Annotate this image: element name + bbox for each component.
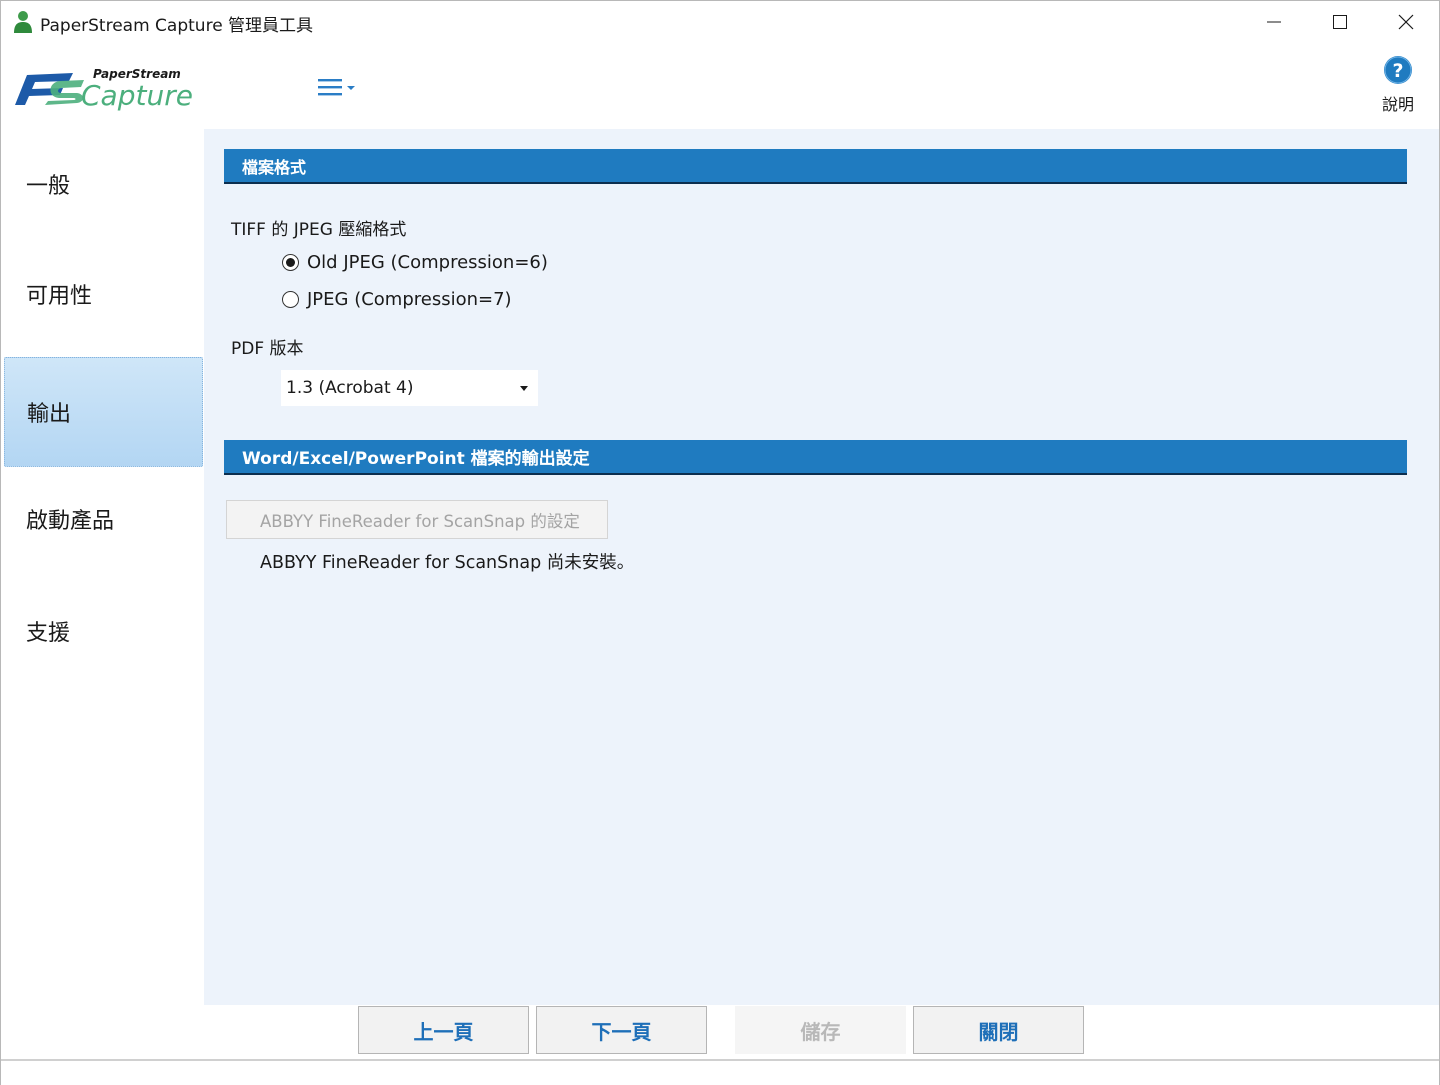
pdf-version-label: PDF 版本 — [231, 339, 304, 359]
radio-button-selected[interactable] — [282, 253, 299, 271]
pdf-version-value: 1.3 (Acrobat 4) — [286, 378, 414, 398]
app-window: PaperStream Capture 管理員工具 PaperStream Ca… — [0, 0, 1440, 1085]
help-button[interactable]: ? 說明 — [1371, 55, 1425, 117]
sidebar-item-activate-product[interactable]: 啟動產品 — [4, 464, 203, 574]
file-format-heading: 檔案格式 — [224, 149, 1407, 184]
radio-jpeg[interactable]: JPEG (Compression=7) — [282, 287, 512, 311]
hamburger-menu-icon — [318, 79, 355, 96]
sidebar-item-label: 輸出 — [27, 402, 72, 427]
sidebar-item-label: 啟動產品 — [26, 509, 115, 534]
logo-bottom-text: Capture — [81, 79, 193, 112]
pdf-version-select[interactable]: 1.3 (Acrobat 4) — [281, 370, 538, 406]
save-button[interactable]: 儲存 — [735, 1006, 906, 1054]
radio-label: Old JPEG (Compression=6) — [307, 251, 548, 273]
radio-label: JPEG (Compression=7) — [307, 288, 512, 310]
status-strip — [1, 1061, 1439, 1085]
previous-page-button[interactable]: 上一頁 — [358, 1006, 529, 1054]
footer-bar: 上一頁 下一頁 儲存 關閉 — [1, 1005, 1439, 1061]
title-bar[interactable]: PaperStream Capture 管理員工具 — [1, 1, 1439, 43]
minimize-icon — [1267, 21, 1281, 23]
abbyy-status-text: ABBYY FineReader for ScanSnap 尚未安裝。 — [260, 553, 635, 573]
sidebar-item-label: 一般 — [26, 174, 71, 199]
close-window-button[interactable] — [1373, 1, 1439, 43]
chevron-down-icon — [520, 386, 528, 391]
radio-old-jpeg[interactable]: Old JPEG (Compression=6) — [282, 250, 548, 274]
close-icon — [1398, 14, 1414, 30]
sidebar-item-availability[interactable]: 可用性 — [4, 239, 203, 349]
next-page-button[interactable]: 下一頁 — [536, 1006, 707, 1054]
radio-button[interactable] — [282, 290, 299, 308]
minimize-button[interactable] — [1241, 1, 1307, 43]
help-icon: ? — [1384, 56, 1412, 84]
sidebar-item-general[interactable]: 一般 — [4, 129, 203, 239]
abbyy-settings-button[interactable]: ABBYY FineReader for ScanSnap 的設定 — [226, 500, 608, 539]
sidebar-item-support[interactable]: 支援 — [4, 576, 203, 686]
window-title: PaperStream Capture 管理員工具 — [40, 16, 314, 36]
app-header: PaperStream Capture ? 說明 — [1, 43, 1439, 129]
tiff-jpeg-label: TIFF 的 JPEG 壓縮格式 — [231, 220, 407, 240]
maximize-icon — [1333, 15, 1347, 29]
maximize-button[interactable] — [1307, 1, 1373, 43]
paperstream-capture-logo: PaperStream Capture — [15, 67, 193, 112]
sidebar-item-output[interactable]: 輸出 — [4, 357, 203, 467]
user-icon — [13, 10, 33, 34]
svg-text:?: ? — [1392, 60, 1403, 82]
help-label: 說明 — [1381, 95, 1414, 114]
sidebar-item-label: 可用性 — [26, 284, 93, 309]
menu-button[interactable] — [315, 75, 359, 101]
sidebar: 一般 可用性 輸出 啟動產品 支援 — [1, 129, 204, 1005]
close-button[interactable]: 關閉 — [913, 1006, 1084, 1054]
office-output-heading: Word/Excel/PowerPoint 檔案的輸出設定 — [224, 440, 1407, 475]
sidebar-item-label: 支援 — [26, 621, 71, 646]
main-panel: 檔案格式 TIFF 的 JPEG 壓縮格式 Old JPEG (Compress… — [204, 129, 1439, 1005]
